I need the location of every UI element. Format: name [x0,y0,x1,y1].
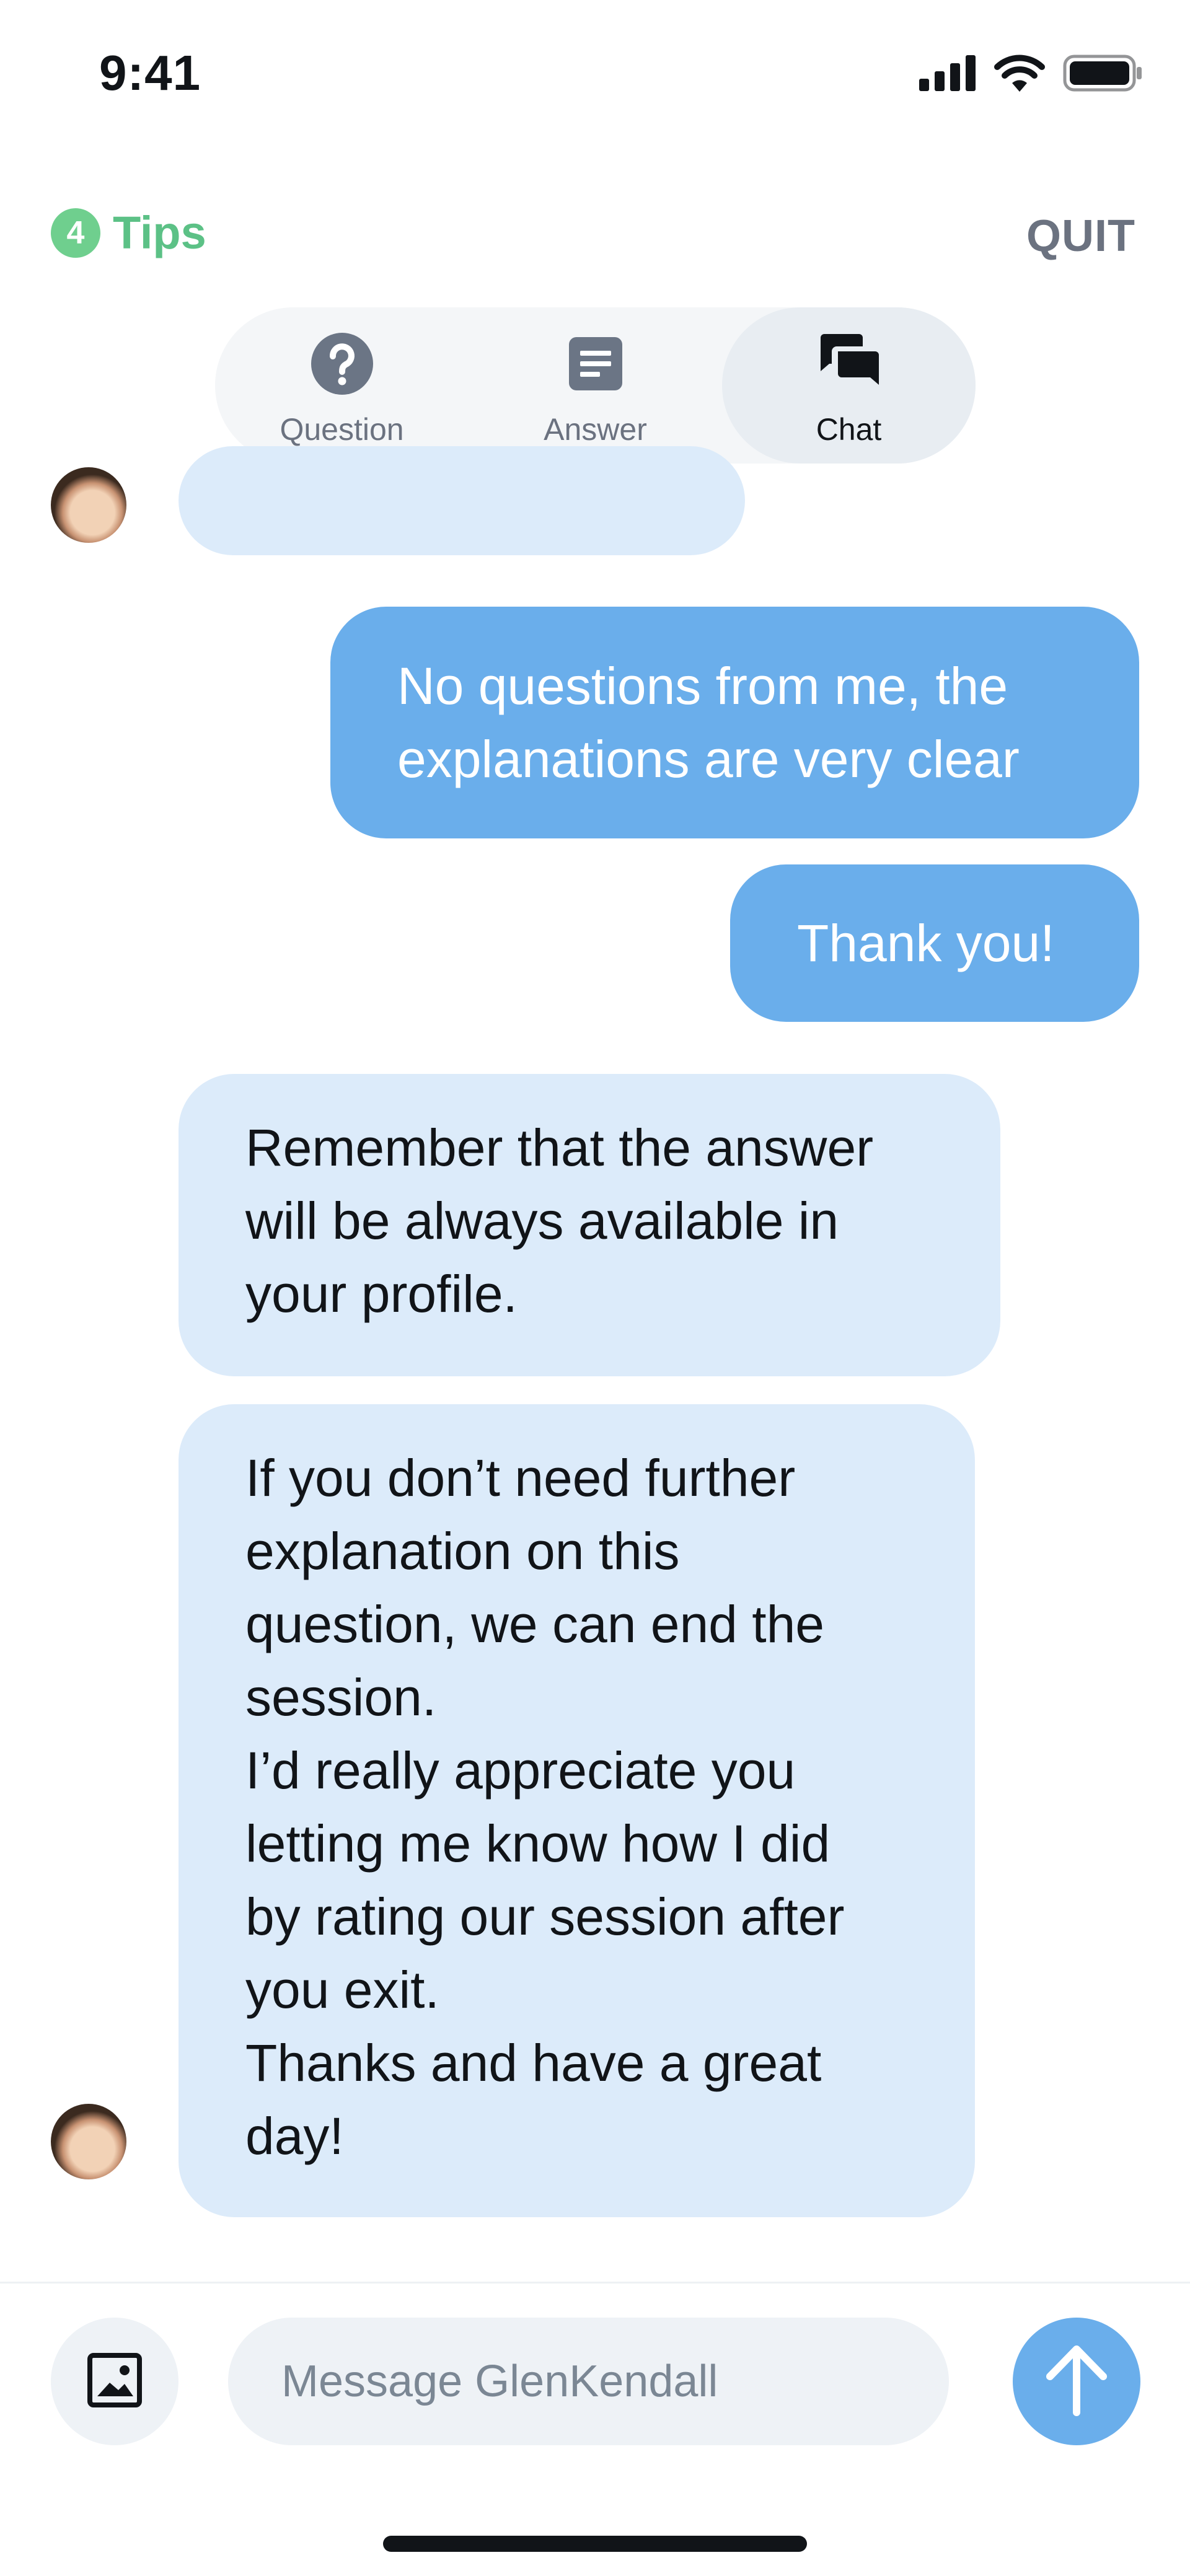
arrow-up-icon [1042,2343,1111,2420]
document-lines-icon [562,330,630,398]
message-bubble-received: If you don’t need further explanation on… [178,1404,975,2217]
message-bubble-sent: No questions from me, the explanations a… [330,607,1139,838]
composer-divider [0,2282,1190,2284]
wifi-icon [994,55,1046,95]
attach-image-button[interactable] [51,2318,178,2445]
status-icons [919,55,1144,95]
tab-question[interactable]: Question [215,307,469,464]
image-icon [87,2352,142,2411]
tips-label: Tips [113,207,206,258]
home-indicator [383,2536,807,2552]
quit-button[interactable]: QUIT [1026,211,1135,262]
tab-answer-label: Answer [544,412,647,447]
tab-bar: Question Answer Chat [215,307,976,464]
chat-bubbles-icon [815,330,883,398]
send-button[interactable] [1013,2318,1140,2445]
message-input[interactable] [228,2318,949,2445]
status-bar: 9:41 [0,0,1190,143]
cellular-signal-icon [919,55,976,94]
message-bubble-received [178,446,745,555]
avatar [51,2104,126,2179]
tab-question-label: Question [280,412,404,447]
header: 4 Tips QUIT [0,198,1190,266]
avatar [51,467,126,543]
tab-chat-label: Chat [816,412,882,447]
tab-answer[interactable]: Answer [469,307,722,464]
message-bubble-received: Remember that the answer will be always … [178,1074,1000,1376]
message-bubble-sent: Thank you! [730,864,1139,1022]
status-time: 9:41 [99,45,201,100]
battery-icon [1063,55,1144,95]
tab-chat[interactable]: Chat [722,307,976,464]
question-circle-icon [308,330,376,398]
tips-button[interactable]: 4 Tips [51,206,206,259]
tips-count-badge: 4 [51,208,100,258]
